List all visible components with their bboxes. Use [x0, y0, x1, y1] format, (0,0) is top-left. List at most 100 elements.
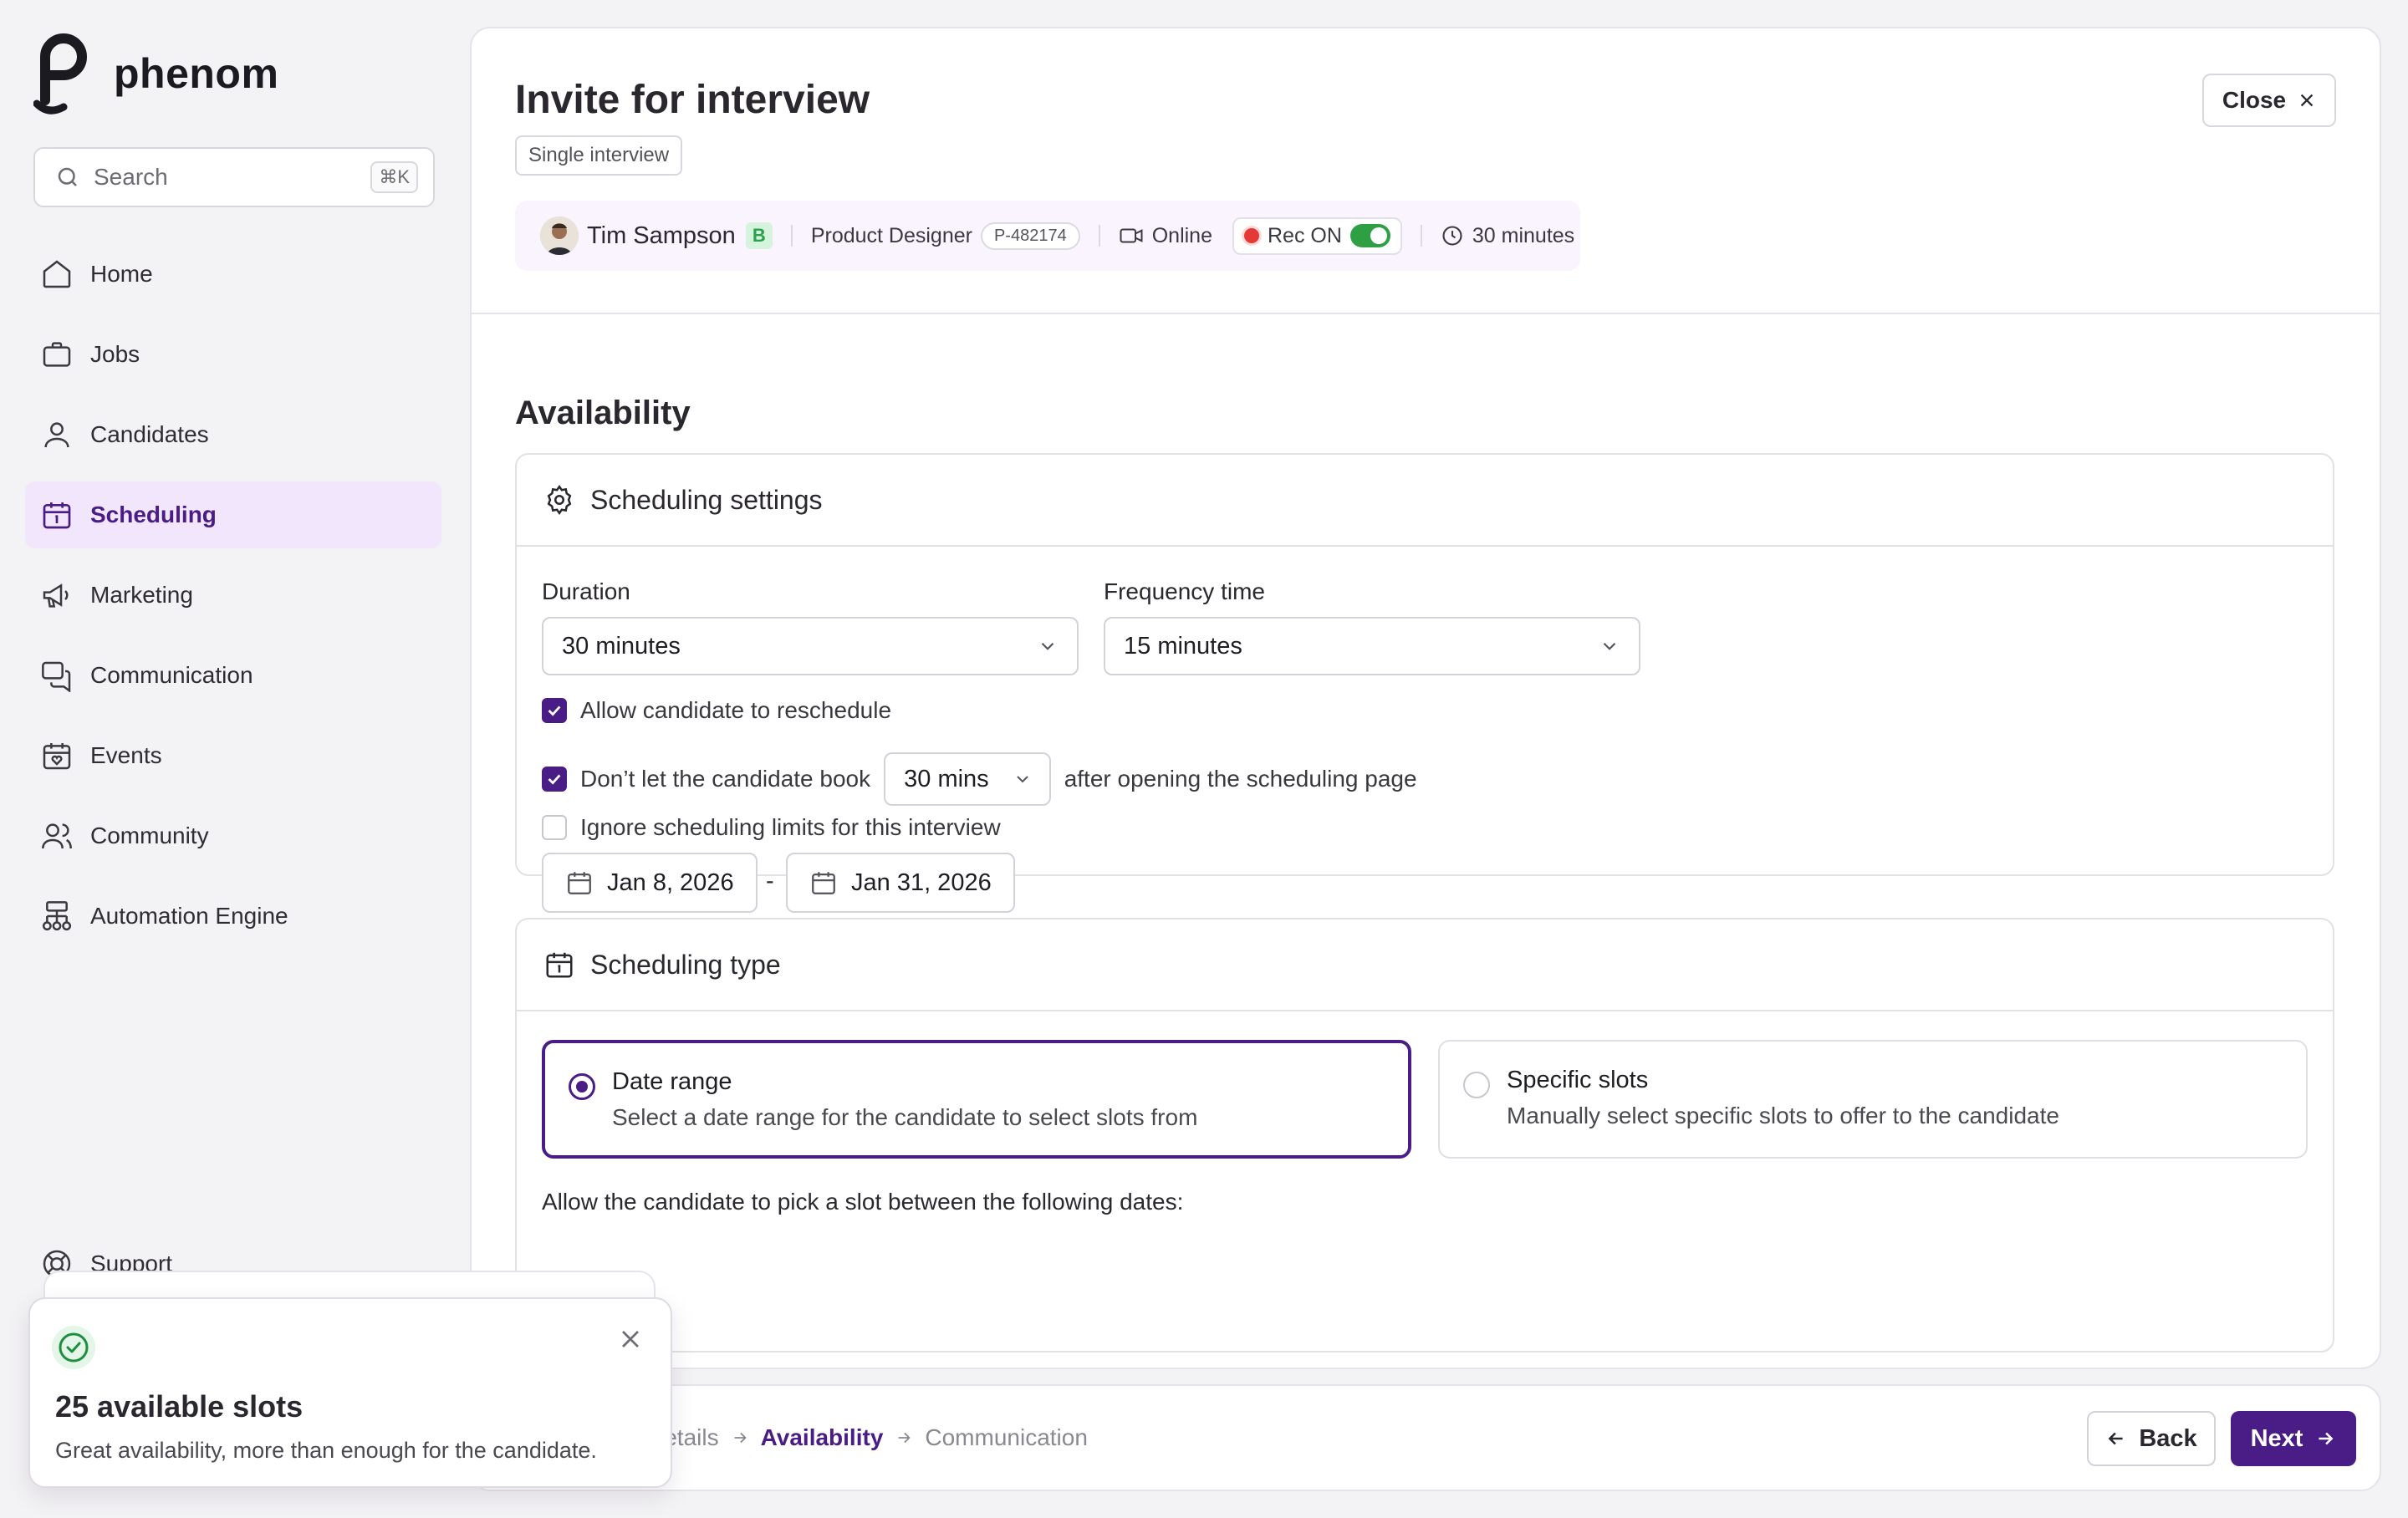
allow-reschedule-checkbox[interactable] [542, 698, 567, 723]
sidebar-item-label: Community [90, 823, 209, 848]
toast-close-icon[interactable] [615, 1324, 645, 1354]
sidebar-item-candidates[interactable]: Candidates [25, 401, 441, 468]
step-availability[interactable]: Availability [761, 1424, 884, 1451]
sidebar-item-label: Jobs [90, 341, 140, 367]
check-icon [548, 706, 561, 716]
avatar[interactable] [540, 216, 579, 255]
sidebar-item-label: Scheduling [90, 502, 217, 527]
sidebar-item-marketing[interactable]: Marketing [25, 562, 441, 629]
record-dot-icon [1243, 228, 1259, 243]
start-date-picker[interactable]: Jan 8, 2026 [542, 853, 758, 913]
search-shortcut: ⌘K [370, 161, 418, 193]
back-button[interactable]: Back [2087, 1411, 2216, 1466]
booking-buffer-checkbox[interactable] [542, 767, 567, 792]
allow-reschedule-label: Allow candidate to reschedule [580, 697, 892, 723]
start-date-value: Jan 8, 2026 [607, 869, 734, 896]
next-label: Next [2250, 1424, 2303, 1452]
close-button[interactable]: Close [2202, 74, 2336, 127]
sidebar-item-jobs[interactable]: Jobs [25, 321, 441, 388]
ignore-limits-checkbox[interactable] [542, 815, 567, 840]
briefcase-icon [43, 342, 71, 367]
sidebar-item-events[interactable]: Events [25, 722, 441, 789]
next-button[interactable]: Next [2231, 1411, 2356, 1466]
users-icon [42, 823, 72, 849]
interview-type-tag: Single interview [515, 135, 683, 176]
frequency-value: 15 minutes [1124, 632, 1242, 660]
date-range-prompt: Allow the candidate to pick a slot betwe… [542, 1189, 1184, 1215]
sidebar-item-label: Home [90, 261, 153, 287]
sidebar-item-communication[interactable]: Communication [25, 642, 441, 709]
availability-toast: 25 available slots Great availability, m… [28, 1297, 672, 1488]
calendar-icon [568, 872, 591, 894]
date-range-title: Date range [612, 1068, 732, 1095]
close-label: Close [2222, 87, 2287, 113]
divider [1098, 225, 1100, 247]
date-range-option[interactable]: Date range Select a date range for the c… [542, 1040, 1411, 1159]
arrow-left-icon [2108, 1432, 2123, 1445]
search-input[interactable]: Search ⌘K [33, 147, 435, 207]
end-date-value: Jan 31, 2026 [851, 869, 992, 896]
end-date-picker[interactable]: Jan 31, 2026 [786, 853, 1015, 913]
recording-toggle[interactable]: Rec ON [1232, 216, 1402, 255]
avatar-image-icon [540, 216, 579, 255]
candidate-summary: Tim Sampson B Product Designer P-482174 … [515, 201, 1580, 271]
frequency-select[interactable]: 15 minutes [1104, 617, 1640, 675]
page-title: Invite for interview [515, 78, 870, 122]
header-divider [472, 313, 2380, 314]
brand-logo[interactable]: phenom [33, 32, 278, 115]
scheduling-settings-title: Scheduling settings [590, 484, 823, 515]
gear-icon [547, 484, 572, 516]
sidebar-item-automation-engine[interactable]: Automation Engine [25, 883, 441, 950]
booking-buffer-select[interactable]: 30 mins [884, 752, 1051, 806]
calendar-icon [546, 952, 573, 978]
duration-select[interactable]: 30 minutes [542, 617, 1079, 675]
scheduling-type-panel: Scheduling type Date range Select a date… [515, 918, 2334, 1352]
specific-slots-radio[interactable] [1463, 1072, 1490, 1098]
back-label: Back [2139, 1424, 2197, 1452]
sidebar-item-home[interactable]: Home [25, 241, 441, 308]
close-icon [2300, 94, 2314, 107]
user-icon [44, 422, 69, 448]
video-icon [1120, 228, 1143, 243]
calendar-icon [43, 502, 71, 529]
recording-label: Rec ON [1267, 223, 1342, 247]
phenom-logo-icon [33, 33, 87, 115]
specific-slots-option[interactable]: Specific slots Manually select specific … [1438, 1040, 2308, 1159]
event-icon [43, 743, 71, 770]
candidate-name[interactable]: Tim Sampson [587, 222, 736, 250]
sidebar-item-scheduling[interactable]: Scheduling [25, 481, 441, 548]
step-communication[interactable]: Communication [925, 1424, 1088, 1451]
invite-dialog: Invite for interview Single interview Cl… [470, 27, 2381, 1369]
megaphone-icon [43, 583, 69, 608]
chevron-down-icon [1016, 776, 1028, 783]
booking-buffer-row: Don’t let the candidate book 30 mins aft… [542, 752, 1417, 806]
search-placeholder: Search [94, 164, 168, 190]
search-icon [58, 167, 77, 186]
duration-value: 30 minutes [562, 632, 681, 660]
duration-label: Duration [542, 578, 630, 604]
date-range-radio[interactable] [569, 1073, 595, 1100]
recording-switch[interactable] [1349, 224, 1390, 247]
sidebar-item-community[interactable]: Community [25, 802, 441, 869]
brand-name: phenom [114, 50, 279, 97]
booking-buffer-suffix: after opening the scheduling page [1064, 766, 1417, 792]
interview-duration: 30 minutes [1472, 223, 1575, 247]
home-icon [43, 260, 71, 288]
candidate-grade-badge: B [745, 222, 773, 249]
sidebar-item-label: Automation Engine [90, 903, 288, 929]
scheduling-type-header: Scheduling type [517, 919, 2333, 1011]
arrow-right-icon [898, 1432, 911, 1444]
booking-buffer-value: 30 mins [904, 765, 989, 792]
scheduling-settings-header: Scheduling settings [517, 455, 2333, 547]
divider [790, 225, 793, 247]
allow-reschedule-row: Allow candidate to reschedule [542, 697, 891, 724]
meeting-mode: Online [1151, 223, 1212, 247]
toast-message: Great availability, more than enough for… [55, 1438, 597, 1463]
booking-buffer-prefix: Don’t let the candidate book [580, 766, 871, 792]
specific-slots-title: Specific slots [1507, 1067, 1649, 1093]
ignore-limits-row: Ignore scheduling limits for this interv… [542, 814, 1001, 841]
sidebar-item-label: Communication [90, 662, 253, 688]
ignore-limits-label: Ignore scheduling limits for this interv… [580, 814, 1001, 840]
scheduling-settings-panel: Scheduling settings Duration 30 minutes … [515, 453, 2334, 876]
chevron-down-icon [1603, 642, 1616, 650]
